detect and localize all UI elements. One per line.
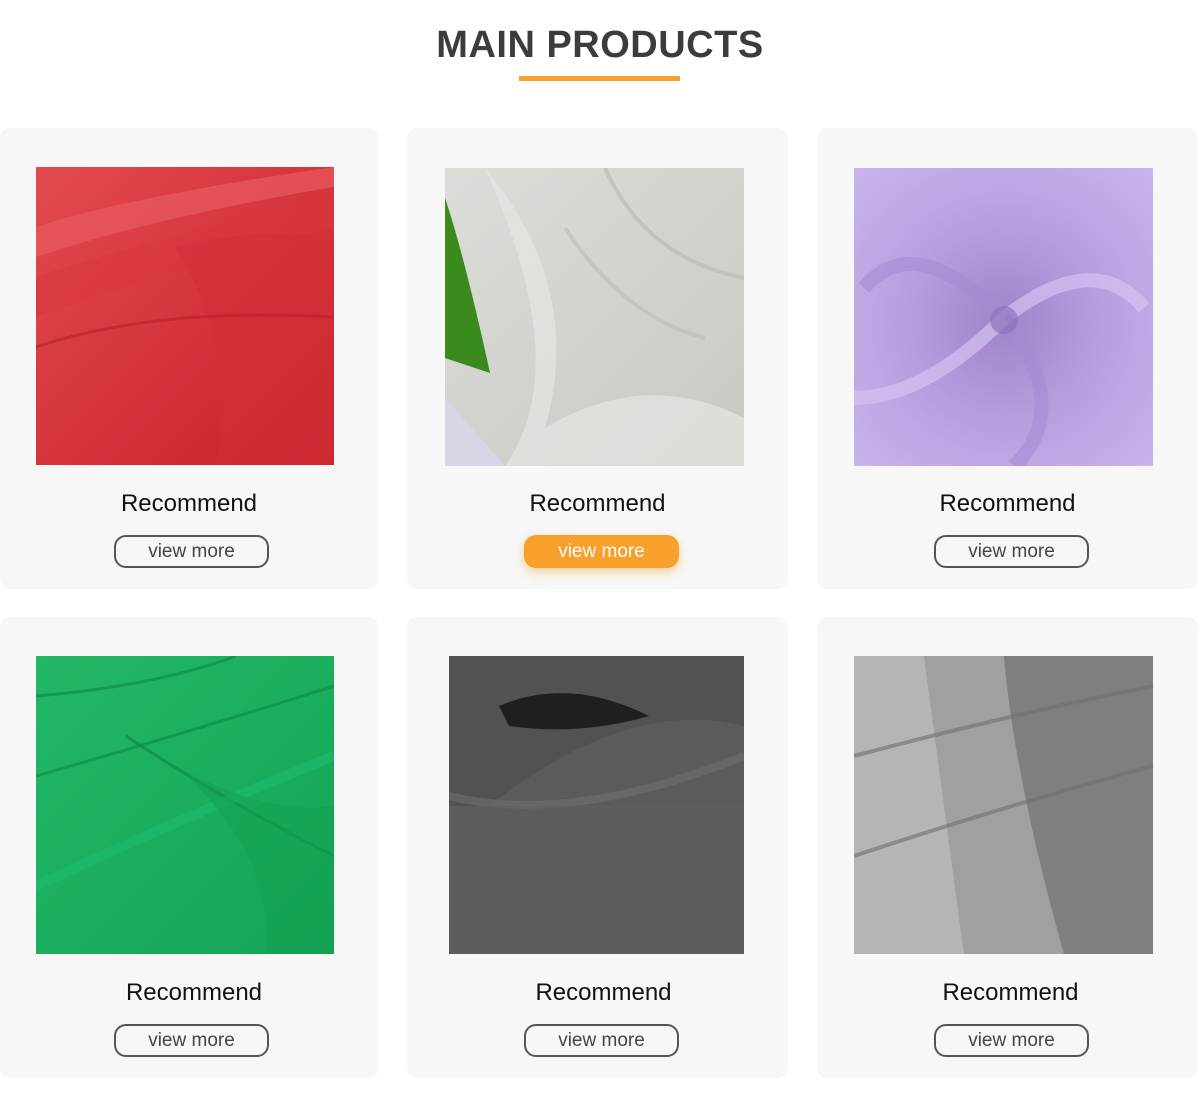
product-card: Recommend view more	[817, 617, 1198, 1078]
product-title: Recommend	[939, 490, 1076, 517]
product-card: Recommend view more	[0, 617, 378, 1078]
view-more-button[interactable]: view more	[524, 1024, 679, 1057]
product-title: Recommend	[535, 979, 672, 1006]
product-image-lavender-pique[interactable]	[854, 168, 1153, 466]
view-more-button[interactable]: view more	[524, 535, 679, 568]
product-card: Recommend view more	[407, 617, 788, 1078]
page-title: MAIN PRODUCTS	[436, 24, 764, 66]
product-title: Recommend	[120, 490, 258, 517]
product-title: Recommend	[125, 979, 263, 1006]
product-image-gray-french-terry[interactable]	[854, 656, 1153, 954]
product-card: Recommend view more	[407, 128, 788, 589]
product-image-green-jersey[interactable]	[36, 656, 334, 954]
view-more-button[interactable]: view more	[934, 1024, 1089, 1057]
product-image-red-fleece[interactable]	[36, 167, 334, 465]
view-more-button[interactable]: view more	[934, 535, 1089, 568]
view-more-button[interactable]: view more	[114, 535, 269, 568]
product-card: Recommend view more	[0, 128, 378, 589]
view-more-button[interactable]: view more	[114, 1024, 269, 1057]
product-card: Recommend view more	[817, 128, 1198, 589]
product-image-charcoal-heather[interactable]	[449, 656, 744, 954]
product-image-light-gray-heather[interactable]	[445, 168, 744, 466]
product-title: Recommend	[529, 490, 666, 517]
product-title: Recommend	[942, 979, 1079, 1006]
title-underline	[519, 76, 680, 81]
